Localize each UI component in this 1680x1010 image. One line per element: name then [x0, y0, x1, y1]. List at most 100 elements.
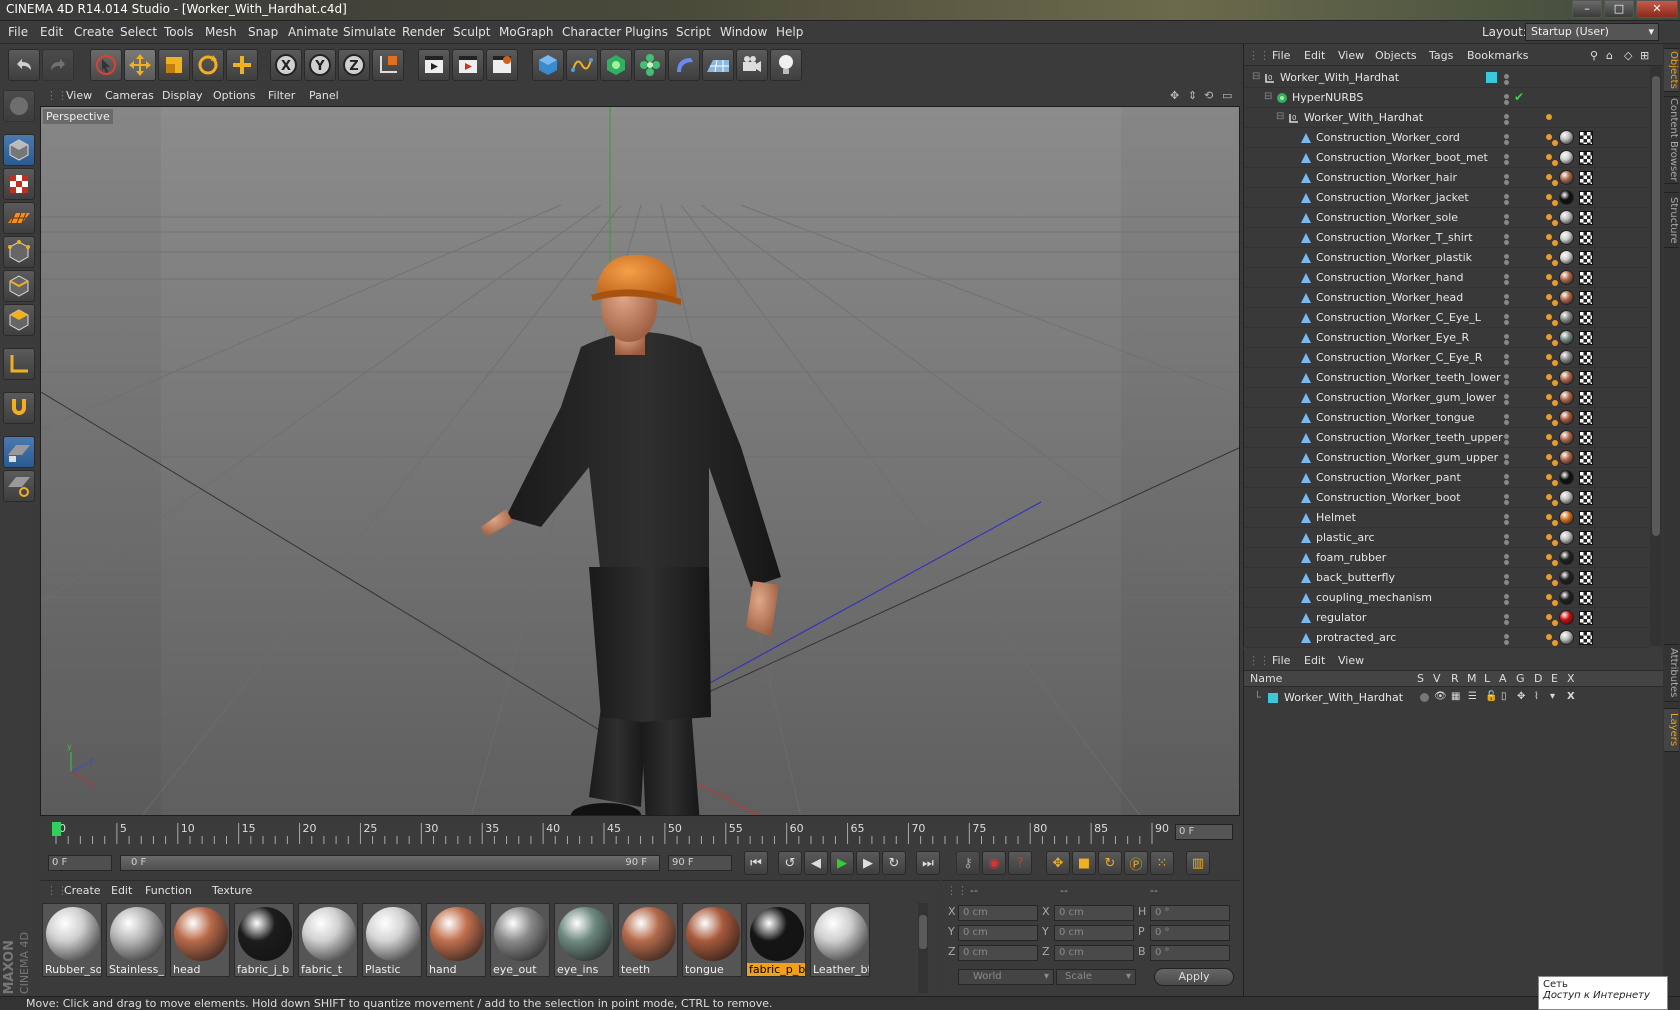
- material-tag-icon[interactable]: [1559, 430, 1574, 445]
- object-row[interactable]: regulator: [1244, 608, 1649, 628]
- object-row[interactable]: Construction_Worker_head: [1244, 288, 1649, 308]
- object-row[interactable]: protracted_arc: [1244, 628, 1649, 648]
- material-tag-icon[interactable]: [1559, 150, 1574, 165]
- editor-visibility-dot[interactable]: [1504, 514, 1509, 519]
- object-row[interactable]: Construction_Worker_boot: [1244, 488, 1649, 508]
- editor-visibility-dot[interactable]: [1504, 454, 1509, 459]
- uvw-tag-icon[interactable]: [1579, 351, 1593, 365]
- timeline-button[interactable]: ▥: [1186, 851, 1210, 875]
- coordinate-system-button[interactable]: [372, 49, 404, 81]
- object-row[interactable]: Construction_Worker_gum_lower: [1244, 388, 1649, 408]
- vp-menu-display[interactable]: Display: [162, 89, 203, 102]
- material-tag-icon[interactable]: [1559, 270, 1574, 285]
- polygons-mode-button[interactable]: [3, 304, 35, 336]
- workplane-button[interactable]: [3, 202, 35, 234]
- uvw-tag-icon[interactable]: [1579, 331, 1593, 345]
- material-tag-icon[interactable]: [1559, 230, 1574, 245]
- tab-structure[interactable]: Structure: [1664, 192, 1679, 248]
- texture-mode-button[interactable]: [3, 168, 35, 200]
- phong-tag-icon[interactable]: [1546, 494, 1552, 500]
- phong-tag-icon[interactable]: [1546, 234, 1552, 240]
- material-item[interactable]: Rubber_so: [42, 903, 102, 977]
- move-button[interactable]: [124, 49, 156, 81]
- render-visibility-dot[interactable]: [1504, 560, 1509, 565]
- material-item[interactable]: Leather_bt: [810, 903, 870, 977]
- object-row[interactable]: ⊟ 0 Worker_With_Hardhat: [1244, 108, 1649, 128]
- layer-menu-file[interactable]: File: [1272, 654, 1290, 667]
- editor-visibility-dot[interactable]: [1504, 554, 1509, 559]
- menu-file[interactable]: File: [8, 25, 28, 39]
- x-axis-button[interactable]: X: [270, 49, 302, 81]
- uvw-tag-icon[interactable]: [1579, 271, 1593, 285]
- record-parameter-button[interactable]: Ⓟ: [1124, 851, 1148, 875]
- object-row[interactable]: foam_rubber: [1244, 548, 1649, 568]
- phong-tag-icon[interactable]: [1546, 534, 1552, 540]
- layer-col-generators[interactable]: G: [1516, 672, 1525, 685]
- pos-y-field[interactable]: 0 cm: [958, 925, 1038, 941]
- coord-mode-select[interactable]: World ▾: [958, 969, 1054, 985]
- menu-character[interactable]: Character: [562, 25, 621, 39]
- material-tag-icon[interactable]: [1559, 330, 1574, 345]
- editor-visibility-dot[interactable]: [1504, 574, 1509, 579]
- editor-visibility-dot[interactable]: [1504, 214, 1509, 219]
- object-row[interactable]: Construction_Worker_C_Eye_L: [1244, 308, 1649, 328]
- mat-menu-texture[interactable]: Texture: [212, 884, 252, 897]
- editor-visibility-dot[interactable]: [1504, 114, 1509, 119]
- render-visibility-dot[interactable]: [1504, 420, 1509, 425]
- editor-visibility-dot[interactable]: [1504, 174, 1509, 179]
- editor-visibility-dot[interactable]: [1504, 434, 1509, 439]
- render-visibility-dot[interactable]: [1504, 140, 1509, 145]
- layer-col-render[interactable]: R: [1451, 672, 1459, 685]
- layer-col-solo[interactable]: S: [1417, 672, 1424, 685]
- material-item[interactable]: fabric_j_b: [234, 903, 294, 977]
- points-mode-button[interactable]: [3, 236, 35, 268]
- object-row[interactable]: Construction_Worker_teeth_lower: [1244, 368, 1649, 388]
- record-scale-button[interactable]: ■: [1072, 851, 1096, 875]
- array-button[interactable]: [634, 49, 666, 81]
- phong-tag-icon[interactable]: [1546, 374, 1552, 380]
- home-icon[interactable]: ⌂: [1606, 49, 1613, 62]
- uvw-tag-icon[interactable]: [1579, 131, 1593, 145]
- minimize-button[interactable]: –: [1572, 0, 1602, 18]
- go-to-end-button[interactable]: ⏭: [916, 851, 940, 875]
- start-frame-field[interactable]: 0 F: [48, 855, 112, 871]
- menu-mesh[interactable]: Mesh: [205, 25, 237, 39]
- layer-col-manager[interactable]: M: [1467, 672, 1477, 685]
- rotate-button[interactable]: [192, 49, 224, 81]
- material-tag-icon[interactable]: [1559, 570, 1574, 585]
- uvw-tag-icon[interactable]: [1579, 571, 1593, 585]
- phong-tag-icon[interactable]: [1546, 254, 1552, 260]
- phong-tag-icon[interactable]: [1546, 194, 1552, 200]
- uvw-tag-icon[interactable]: [1579, 411, 1593, 425]
- object-row[interactable]: Construction_Worker_cord: [1244, 128, 1649, 148]
- obj-menu-bookmarks[interactable]: Bookmarks: [1467, 49, 1528, 62]
- material-item[interactable]: fabric_t: [298, 903, 358, 977]
- object-row[interactable]: Construction_Worker_gum_upper: [1244, 448, 1649, 468]
- uvw-tag-icon[interactable]: [1579, 151, 1593, 165]
- phong-tag-icon[interactable]: [1546, 294, 1552, 300]
- material-tag-icon[interactable]: [1559, 530, 1574, 545]
- render-visibility-dot[interactable]: [1504, 400, 1509, 405]
- uvw-tag-icon[interactable]: [1579, 591, 1593, 605]
- obj-menu-view[interactable]: View: [1338, 49, 1364, 62]
- layer-col-visible[interactable]: V: [1433, 672, 1441, 685]
- play-button[interactable]: ▶: [830, 851, 854, 875]
- menu-edit[interactable]: Edit: [40, 25, 63, 39]
- uvw-tag-icon[interactable]: [1579, 311, 1593, 325]
- rot-h-field[interactable]: 0 °: [1150, 905, 1230, 921]
- phong-tag-icon[interactable]: [1546, 414, 1552, 420]
- material-tag-icon[interactable]: [1559, 170, 1574, 185]
- scale-button[interactable]: [158, 49, 190, 81]
- uvw-tag-icon[interactable]: [1579, 211, 1593, 225]
- manager-icon[interactable]: ☰: [1468, 691, 1477, 702]
- menu-help[interactable]: Help: [776, 25, 803, 39]
- solo-toggle-icon[interactable]: [1420, 693, 1429, 702]
- orbit-icon[interactable]: ⟲: [1204, 89, 1213, 102]
- uvw-tag-icon[interactable]: [1579, 471, 1593, 485]
- editor-visibility-dot[interactable]: [1504, 234, 1509, 239]
- uvw-tag-icon[interactable]: [1579, 391, 1593, 405]
- phong-tag-icon[interactable]: [1546, 554, 1552, 560]
- editor-visibility-dot[interactable]: [1504, 474, 1509, 479]
- redo-button[interactable]: [42, 49, 74, 81]
- tab-layers[interactable]: Layers: [1664, 708, 1679, 752]
